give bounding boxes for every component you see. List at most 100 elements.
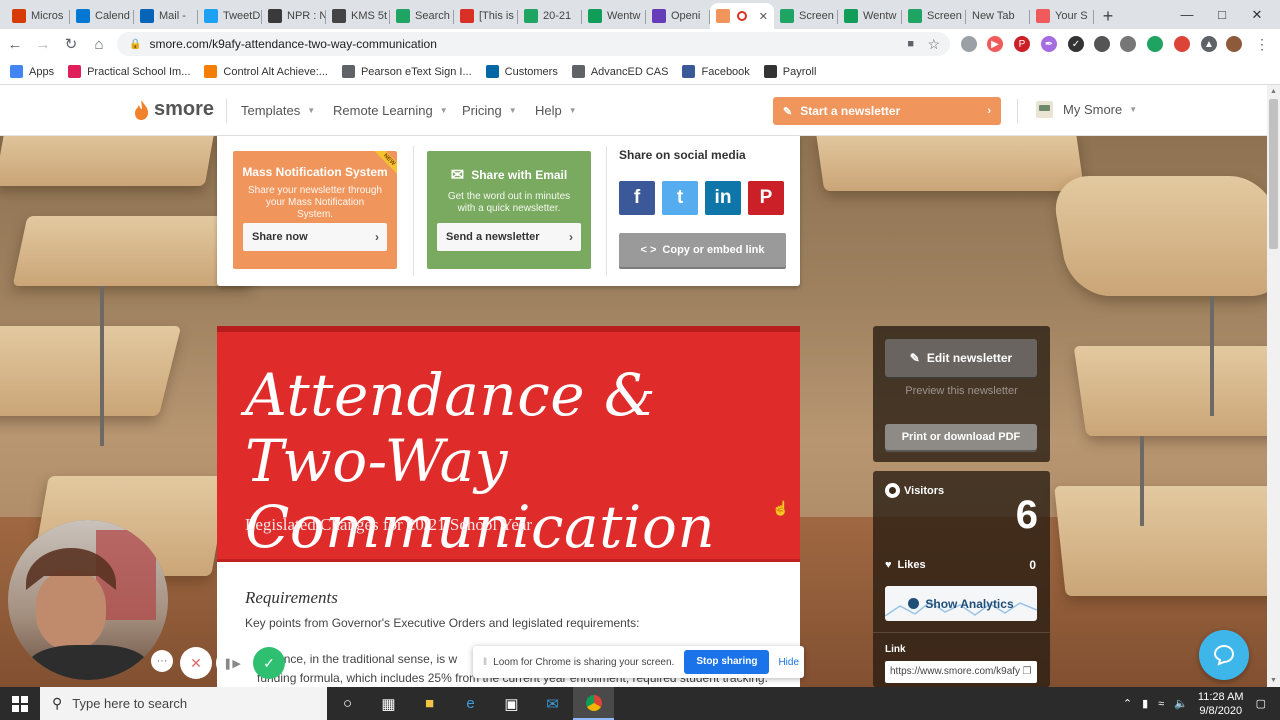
tray-overflow-icon[interactable]: ⌃ [1123,697,1132,710]
bookmark-item[interactable]: Practical School Im... [68,65,190,78]
preview-newsletter-link[interactable]: Preview this newsletter [873,385,1050,397]
scroll-down-icon[interactable]: ▼ [1270,677,1277,684]
taskbar-search-field[interactable]: ⚲ Type here to search [40,687,327,720]
linkedin-button[interactable]: in [705,181,741,215]
close-window-icon[interactable]: ✕ [1234,0,1280,29]
my-smore-menu[interactable]: My Smore ▼ [1036,101,1137,118]
chrome-taskbar-icon[interactable] [573,687,614,720]
page-scrollbar[interactable]: ▲ ▼ [1267,85,1280,687]
send-newsletter-button[interactable]: Send a newsletter › [437,223,581,251]
robot-extension-icon[interactable] [1120,36,1136,52]
loom-extension-icon[interactable]: ▶ [987,36,1003,52]
stop-sharing-button[interactable]: Stop sharing [684,650,770,674]
pinterest-extension-icon[interactable]: P [1014,36,1030,52]
bookmark-item[interactable]: AdvancED CAS [571,65,669,78]
loom-finish-icon[interactable]: ✓ [253,647,285,679]
browser-tab[interactable]: Openi [646,3,710,29]
volume-icon[interactable]: 🔈 [1174,697,1188,710]
scroll-up-icon[interactable]: ▲ [1270,88,1277,95]
bookmark-item[interactable]: Facebook [682,65,750,78]
nav-remote-learning[interactable]: Remote Learning ▼ [333,103,448,118]
store-icon[interactable]: ▣ [491,687,532,720]
browser-tab[interactable]: Wentw [582,3,646,29]
print-pdf-button[interactable]: Print or download PDF [885,424,1037,450]
browser-tab[interactable]: 20-21 [518,3,582,29]
browser-tab[interactable]: Micros [6,3,70,29]
browser-tab[interactable]: Mail - [134,3,198,29]
extension-icon[interactable] [961,36,977,52]
nav-pricing[interactable]: Pricing ▼ [462,103,517,118]
forward-icon[interactable]: → [30,31,56,57]
home-icon[interactable]: ⌂ [86,31,112,57]
nav-remote-learning-label: Remote Learning [333,103,433,118]
webcam-bubble[interactable] [8,520,168,680]
bookmark-star-icon[interactable]: ☆ [927,36,940,53]
notifications-icon[interactable]: ▢ [1256,697,1266,710]
browser-tab[interactable]: New Tab [966,3,1030,29]
back-icon[interactable]: ← [2,31,28,57]
loom-cancel-icon[interactable]: ✕ [180,647,212,679]
loom-pause-icon[interactable]: ❚▶ [216,647,248,679]
browser-tab[interactable]: Your S [1030,3,1094,29]
browser-tab[interactable]: KMS 5t [326,3,390,29]
mail-icon[interactable]: ✉ [532,687,573,720]
bookmark-item[interactable]: Control Alt Achieve:... [204,65,328,78]
nav-help-label: Help [535,103,562,118]
cortana-icon[interactable]: ○ [327,687,368,720]
bookmark-item[interactable]: Apps [10,65,54,78]
drag-handle-icon[interactable]: ‖ [483,657,487,668]
bookmark-item[interactable]: Payroll [763,65,816,78]
show-analytics-button[interactable]: Show Analytics [885,586,1037,621]
bookmark-item[interactable]: Customers [485,65,558,78]
taskbar-clock[interactable]: 11:28 AM 9/8/2020 [1198,690,1244,718]
loom-more-icon[interactable]: ··· [151,650,173,672]
reload-icon[interactable]: ↻ [58,31,84,57]
green-extension-icon[interactable] [1147,36,1163,52]
facebook-button[interactable]: f [619,181,655,215]
nav-templates[interactable]: Templates ▼ [241,103,315,118]
eyedropper-extension-icon[interactable]: ✓ [1068,36,1084,52]
browser-tab[interactable]: TweetD [198,3,262,29]
bookmark-label: AdvancED CAS [590,65,669,78]
chrome-menu-icon[interactable]: ⋮ [1254,36,1270,52]
record-extension-icon[interactable] [1174,36,1190,52]
smore-logo[interactable]: smore [133,98,214,121]
address-bar[interactable]: 🔒 smore.com/k9afy-attendance-two-way-com… [117,32,950,56]
twitter-button[interactable]: t [662,181,698,215]
browser-tab[interactable]: Wentw [838,3,902,29]
browser-tab[interactable]: ✕ [710,3,774,29]
browser-tab[interactable]: NPR : N [262,3,326,29]
office-icon [12,9,26,23]
hide-button[interactable]: Hide [778,657,799,668]
start-newsletter-button[interactable]: ✎ Start a newsletter › [773,97,1001,125]
file-explorer-icon[interactable]: ■ [409,687,450,720]
copy-embed-link-button[interactable]: < > Copy or embed link [619,233,786,267]
wifi-icon[interactable]: ≈ [1158,698,1164,710]
windows-start-icon[interactable] [0,687,40,720]
task-view-icon[interactable]: ▦ [368,687,409,720]
dark-extension-icon[interactable] [1094,36,1110,52]
browser-tab[interactable]: [This is [454,3,518,29]
camera-blocked-icon[interactable]: ■ [907,38,914,50]
share-now-button[interactable]: Share now › [243,223,387,251]
pinterest-button[interactable]: P [748,181,784,215]
scrollbar-thumb[interactable] [1269,99,1278,249]
pen-extension-icon[interactable]: ✒ [1041,36,1057,52]
puzzle-extensions-icon[interactable]: ▲ [1201,36,1217,52]
browser-tab[interactable]: Screen [774,3,838,29]
browser-tab[interactable]: Screen [902,3,966,29]
profile-avatar[interactable] [1226,36,1242,52]
browser-tab[interactable]: Calend [70,3,134,29]
close-tab-icon[interactable]: ✕ [759,10,768,23]
help-chat-button[interactable] [1199,630,1249,680]
nav-help[interactable]: Help ▼ [535,103,577,118]
new-tab-icon[interactable]: + [1094,3,1122,29]
battery-icon[interactable]: ▮ [1142,697,1148,710]
copy-icon[interactable]: ❐ [1020,661,1034,683]
newsletter-link-field[interactable]: https://www.smore.com/k9afy ❐ [885,661,1037,683]
browser-tab[interactable]: Search [390,3,454,29]
bookmark-item[interactable]: Pearson eText Sign I... [341,65,472,78]
edit-newsletter-button[interactable]: ✎ Edit newsletter [885,339,1037,377]
blogger-icon [204,65,218,78]
edge-icon[interactable]: e [450,687,491,720]
